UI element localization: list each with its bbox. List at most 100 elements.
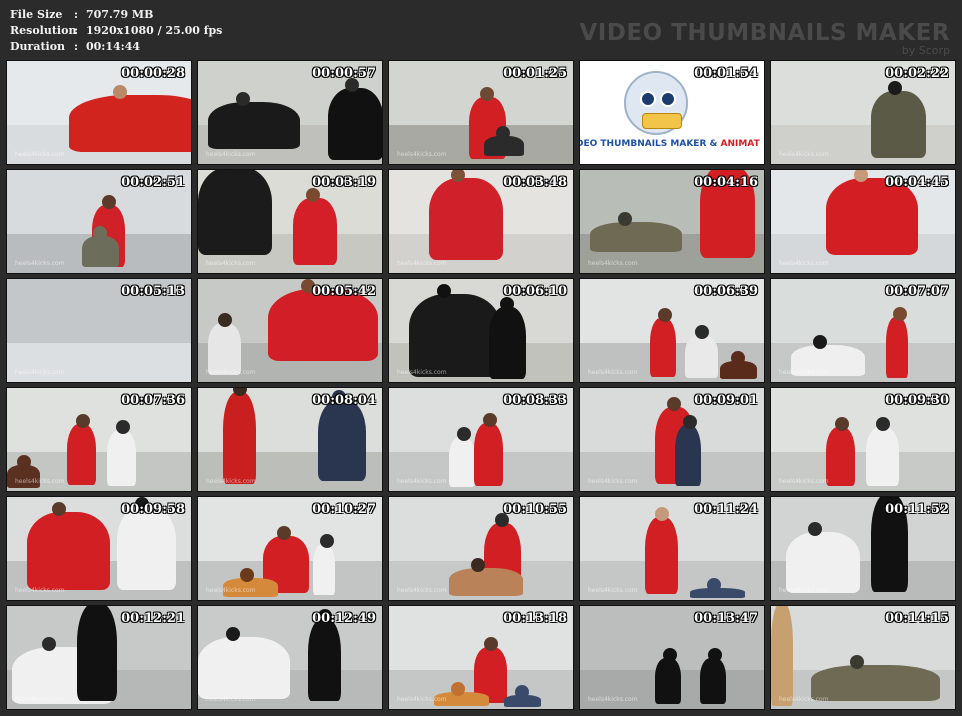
timestamp-label: 00:04:45 — [885, 175, 949, 190]
timestamp-label: 00:05:42 — [312, 284, 376, 299]
timestamp-label: 00:02:22 — [885, 66, 949, 81]
thumbnail-frame[interactable]: heels4kicks.com 00:12:21 — [6, 605, 192, 710]
file-size-value: 707.79 MB — [86, 8, 154, 21]
timestamp-label: 00:13:47 — [694, 611, 758, 626]
thumbnail-frame[interactable]: heels4kicks.com 00:04:45 — [770, 169, 956, 274]
thumbnail-frame[interactable]: heels4kicks.com 00:03:19 — [197, 169, 383, 274]
thumbnail-frame[interactable]: heels4kicks.com 00:09:58 — [6, 496, 192, 601]
person-figure — [700, 647, 726, 704]
site-watermark: heels4kicks.com — [779, 696, 829, 703]
person-head — [482, 412, 497, 427]
person-figure — [293, 188, 338, 266]
person-head — [232, 388, 247, 396]
thumbnail-frame[interactable]: heels4kicks.com 00:00:57 — [197, 60, 383, 165]
thumbnail-frame[interactable]: heels4kicks.com 00:00:28 — [6, 60, 192, 165]
thumbnail-frame[interactable]: heels4kicks.com 00:08:04 — [197, 387, 383, 492]
person-head — [853, 170, 868, 182]
person-head — [654, 507, 669, 522]
person-head — [113, 85, 128, 99]
thumbnail-frame[interactable]: heels4kicks.com 00:06:10 — [388, 278, 574, 383]
person-head — [217, 313, 232, 328]
person-figure — [208, 313, 242, 375]
thumbnail-frame[interactable]: heels4kicks.com 00:02:51 — [6, 169, 192, 274]
timestamp-label: 00:08:33 — [503, 393, 567, 408]
person-head — [682, 414, 697, 429]
thumbnail-frame[interactable]: heels4kicks.com 00:11:52 — [770, 496, 956, 601]
site-watermark: heels4kicks.com — [397, 587, 447, 594]
timestamp-label: 00:00:57 — [312, 66, 376, 81]
thumbnail-frame[interactable]: heels4kicks.com 00:02:22 — [770, 60, 956, 165]
thumbnail-frame[interactable]: DEO THUMBNAILS MAKER & ANIMAT 00:01:54 — [579, 60, 765, 165]
thumbnail-grid: heels4kicks.com 00:00:28 heels4kicks.com 00… — [6, 60, 956, 710]
thumbnail-frame[interactable]: heels4kicks.com 00:04:16 — [579, 169, 765, 274]
timestamp-label: 00:14:15 — [885, 611, 949, 626]
timestamp-label: 00:08:04 — [312, 393, 376, 408]
site-watermark: heels4kicks.com — [779, 478, 829, 485]
thumbnail-frame[interactable]: heels4kicks.com 00:03:48 — [388, 169, 574, 274]
timestamp-label: 00:10:27 — [312, 502, 376, 517]
person-figure — [675, 414, 701, 487]
timestamp-label: 00:12:21 — [121, 611, 185, 626]
site-watermark: heels4kicks.com — [588, 696, 638, 703]
person-figure — [690, 577, 746, 598]
person-figure — [484, 125, 525, 157]
timestamp-label: 00:01:54 — [694, 66, 758, 81]
thumbnail-frame[interactable]: heels4kicks.com 00:01:25 — [388, 60, 574, 165]
timestamp-label: 00:13:18 — [503, 611, 567, 626]
resolution-row: Resolution : 1920x1080 / 25.00 fps — [10, 23, 222, 39]
site-watermark: heels4kicks.com — [15, 260, 65, 267]
person-head — [235, 92, 250, 107]
site-watermark: heels4kicks.com — [15, 369, 65, 376]
person-head — [93, 225, 108, 240]
person-figure — [786, 521, 860, 594]
thumbnail-frame[interactable]: heels4kicks.com 00:09:30 — [770, 387, 956, 492]
thumbnail-frame[interactable]: heels4kicks.com 00:10:55 — [388, 496, 574, 601]
person-head — [808, 521, 823, 536]
person-head — [115, 419, 130, 434]
person-head — [657, 307, 672, 322]
thumbnail-frame[interactable]: heels4kicks.com 00:08:33 — [388, 387, 574, 492]
site-watermark: heels4kicks.com — [397, 478, 447, 485]
person-head — [834, 416, 849, 431]
duration-row: Duration : 00:14:44 — [10, 39, 222, 55]
person-figure — [811, 655, 940, 702]
frame-floor — [771, 451, 955, 491]
timestamp-label: 00:12:49 — [312, 611, 376, 626]
timestamp-label: 00:02:51 — [121, 175, 185, 190]
site-watermark: heels4kicks.com — [206, 478, 256, 485]
thumbnail-frame[interactable]: heels4kicks.com 00:13:47 — [579, 605, 765, 710]
timestamp-label: 00:01:25 — [503, 66, 567, 81]
site-watermark: heels4kicks.com — [588, 587, 638, 594]
thumbnail-frame[interactable]: heels4kicks.com 00:05:13 — [6, 278, 192, 383]
thumbnail-frame[interactable]: heels4kicks.com 00:10:27 — [197, 496, 383, 601]
person-head — [306, 188, 321, 203]
person-figure — [720, 350, 757, 380]
person-figure — [208, 92, 300, 149]
person-head — [892, 306, 907, 321]
person-figure — [866, 416, 900, 487]
thumbnail-frame[interactable]: heels4kicks.com 00:06:39 — [579, 278, 765, 383]
thumbnail-frame[interactable]: heels4kicks.com 00:07:36 — [6, 387, 192, 492]
person-figure — [268, 279, 379, 362]
thumbnail-frame[interactable]: heels4kicks.com 00:09:01 — [579, 387, 765, 492]
timestamp-label: 00:03:48 — [503, 175, 567, 190]
file-size-row: File Size : 707.79 MB — [10, 7, 222, 23]
person-head — [450, 682, 465, 697]
thumbnail-frame[interactable]: heels4kicks.com 00:12:49 — [197, 605, 383, 710]
brand-watermark: VIDEO THUMBNAILS MAKER by Scorp — [579, 20, 950, 57]
person-head — [694, 324, 709, 339]
thumbnail-frame[interactable]: heels4kicks.com 00:07:07 — [770, 278, 956, 383]
thumbnail-frame[interactable]: heels4kicks.com 00:13:18 — [388, 605, 574, 710]
thumbnail-frame[interactable]: heels4kicks.com 00:14:15 — [770, 605, 956, 710]
person-head — [101, 195, 116, 210]
thumbnail-frame[interactable]: heels4kicks.com 00:11:24 — [579, 496, 765, 601]
person-figure — [871, 81, 927, 159]
person-head — [882, 497, 897, 499]
person-figure — [449, 427, 475, 487]
person-figure — [27, 502, 110, 590]
thumbnail-frame[interactable]: heels4kicks.com 00:05:42 — [197, 278, 383, 383]
logo-text-amp: & — [706, 139, 721, 149]
person-figure — [77, 606, 118, 702]
timestamp-label: 00:11:24 — [694, 502, 758, 517]
brand-title: VIDEO THUMBNAILS MAKER — [579, 20, 950, 46]
